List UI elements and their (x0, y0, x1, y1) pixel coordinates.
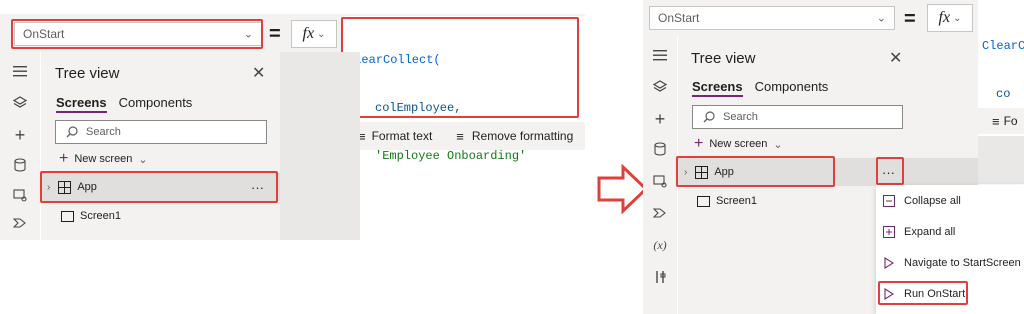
new-screen-button[interactable]: + New screen ⌄ (59, 150, 148, 168)
property-dropdown-value-2: OnStart (658, 11, 700, 25)
chevron-down-icon: ⌄ (773, 138, 783, 151)
fx-button[interactable]: fx ⌄ (291, 20, 337, 48)
canvas-area-2 (978, 136, 1024, 184)
remove-formatting-button[interactable]: Remove formatting (472, 129, 573, 143)
tree-item-screen1-label: Screen1 (716, 195, 757, 207)
menu-item-label: Navigate to StartScreen (904, 256, 1021, 269)
fx-icon: fx (302, 25, 315, 42)
menu-item-expand-all[interactable]: Expand all (876, 216, 1024, 247)
equals-sign-2: = (904, 8, 916, 30)
highlight-more-options (876, 157, 904, 185)
tree-item-screen1[interactable]: Screen1 (697, 192, 757, 210)
tools-icon[interactable] (649, 266, 671, 288)
new-screen-label: New screen (709, 138, 768, 150)
collapse-icon (882, 194, 896, 208)
screen-icon (61, 210, 74, 222)
power-automate-icon[interactable] (649, 202, 671, 224)
left-rail-2: + (x) (643, 36, 677, 314)
formula-editor-2[interactable]: ClearC co 'E ) (978, 0, 1024, 106)
variables-icon[interactable]: (x) (649, 234, 671, 256)
fx-button-2[interactable]: fx ⌄ (927, 4, 973, 32)
chevron-down-icon: ⌄ (317, 28, 326, 40)
close-icon[interactable]: ✕ (889, 48, 902, 68)
highlight-run-onstart (878, 281, 968, 305)
tree-view-title: Tree view (55, 65, 120, 82)
fx-icon: fx (938, 9, 951, 26)
highlight-property-dropdown (11, 19, 263, 49)
tab-components[interactable]: Components (119, 95, 193, 113)
layers-icon[interactable] (9, 92, 31, 114)
new-screen-button[interactable]: + New screen ⌄ (694, 135, 783, 153)
remove-formatting-icon: ≡ (456, 128, 464, 144)
equals-sign: = (269, 23, 281, 45)
chevron-down-icon: ⌄ (953, 12, 962, 24)
menu-item-label: Expand all (904, 225, 956, 238)
highlight-app-row-2 (676, 156, 835, 187)
canvas-area (280, 52, 360, 240)
tree-view-panel: Tree view ✕ Screens Components Search + … (41, 52, 280, 240)
layers-icon[interactable] (649, 76, 671, 98)
menu-item-collapse-all[interactable]: Collapse all (876, 185, 1024, 216)
expand-icon (882, 225, 896, 239)
formula-line-1: ClearC (982, 39, 1024, 53)
left-rail: + (0, 52, 40, 240)
power-automate-icon[interactable] (9, 212, 31, 234)
search-placeholder: Search (723, 111, 758, 123)
search-icon (703, 111, 715, 123)
plus-icon[interactable]: + (9, 124, 31, 146)
tree-item-screen1-label: Screen1 (80, 210, 121, 222)
highlight-formula (341, 17, 579, 118)
formula-line-3: 'Employee Onboarding' (375, 149, 527, 163)
formula-line-2: co (996, 87, 1011, 101)
tab-components[interactable]: Components (755, 79, 829, 97)
format-toolbar: ≡ Format text ≡ Remove formatting (342, 122, 585, 150)
plus-icon[interactable]: + (649, 108, 671, 130)
format-text-icon: ≡ (992, 113, 1000, 129)
property-dropdown-2[interactable]: OnStart ⌄ (649, 6, 895, 30)
right-arrow-icon (597, 164, 649, 214)
tab-screens[interactable]: Screens (692, 79, 743, 97)
hamburger-icon[interactable] (9, 60, 31, 82)
close-icon[interactable]: ✕ (252, 63, 265, 83)
format-text-button[interactable]: Format text (372, 129, 433, 143)
plus-icon: + (59, 150, 69, 167)
hamburger-icon[interactable] (649, 44, 671, 66)
formula-line-4: ) (347, 196, 526, 212)
media-icon[interactable] (649, 170, 671, 192)
chevron-down-icon: ⌄ (876, 12, 886, 25)
chevron-down-icon: ⌄ (138, 153, 148, 166)
format-toolbar-2: ≡ Fo (978, 108, 1024, 134)
plus-icon: + (694, 135, 704, 152)
highlight-app-row (40, 171, 278, 203)
database-icon[interactable] (9, 154, 31, 176)
tab-screens[interactable]: Screens (56, 95, 107, 113)
tree-item-screen1[interactable]: Screen1 (61, 207, 121, 225)
search-icon (66, 126, 78, 138)
media-icon[interactable] (9, 184, 31, 206)
tree-view-title: Tree view (691, 50, 756, 67)
new-screen-label: New screen (74, 153, 133, 165)
search-input[interactable]: Search (692, 105, 903, 129)
menu-item-label: Collapse all (904, 194, 961, 207)
format-text-button[interactable]: Fo (1004, 114, 1018, 128)
search-input[interactable]: Search (55, 120, 267, 144)
database-icon[interactable] (649, 138, 671, 160)
search-placeholder: Search (86, 126, 121, 138)
screen-icon (697, 195, 710, 207)
play-icon (882, 256, 896, 270)
menu-item-navigate-start-screen[interactable]: Navigate to StartScreen (876, 247, 1024, 278)
